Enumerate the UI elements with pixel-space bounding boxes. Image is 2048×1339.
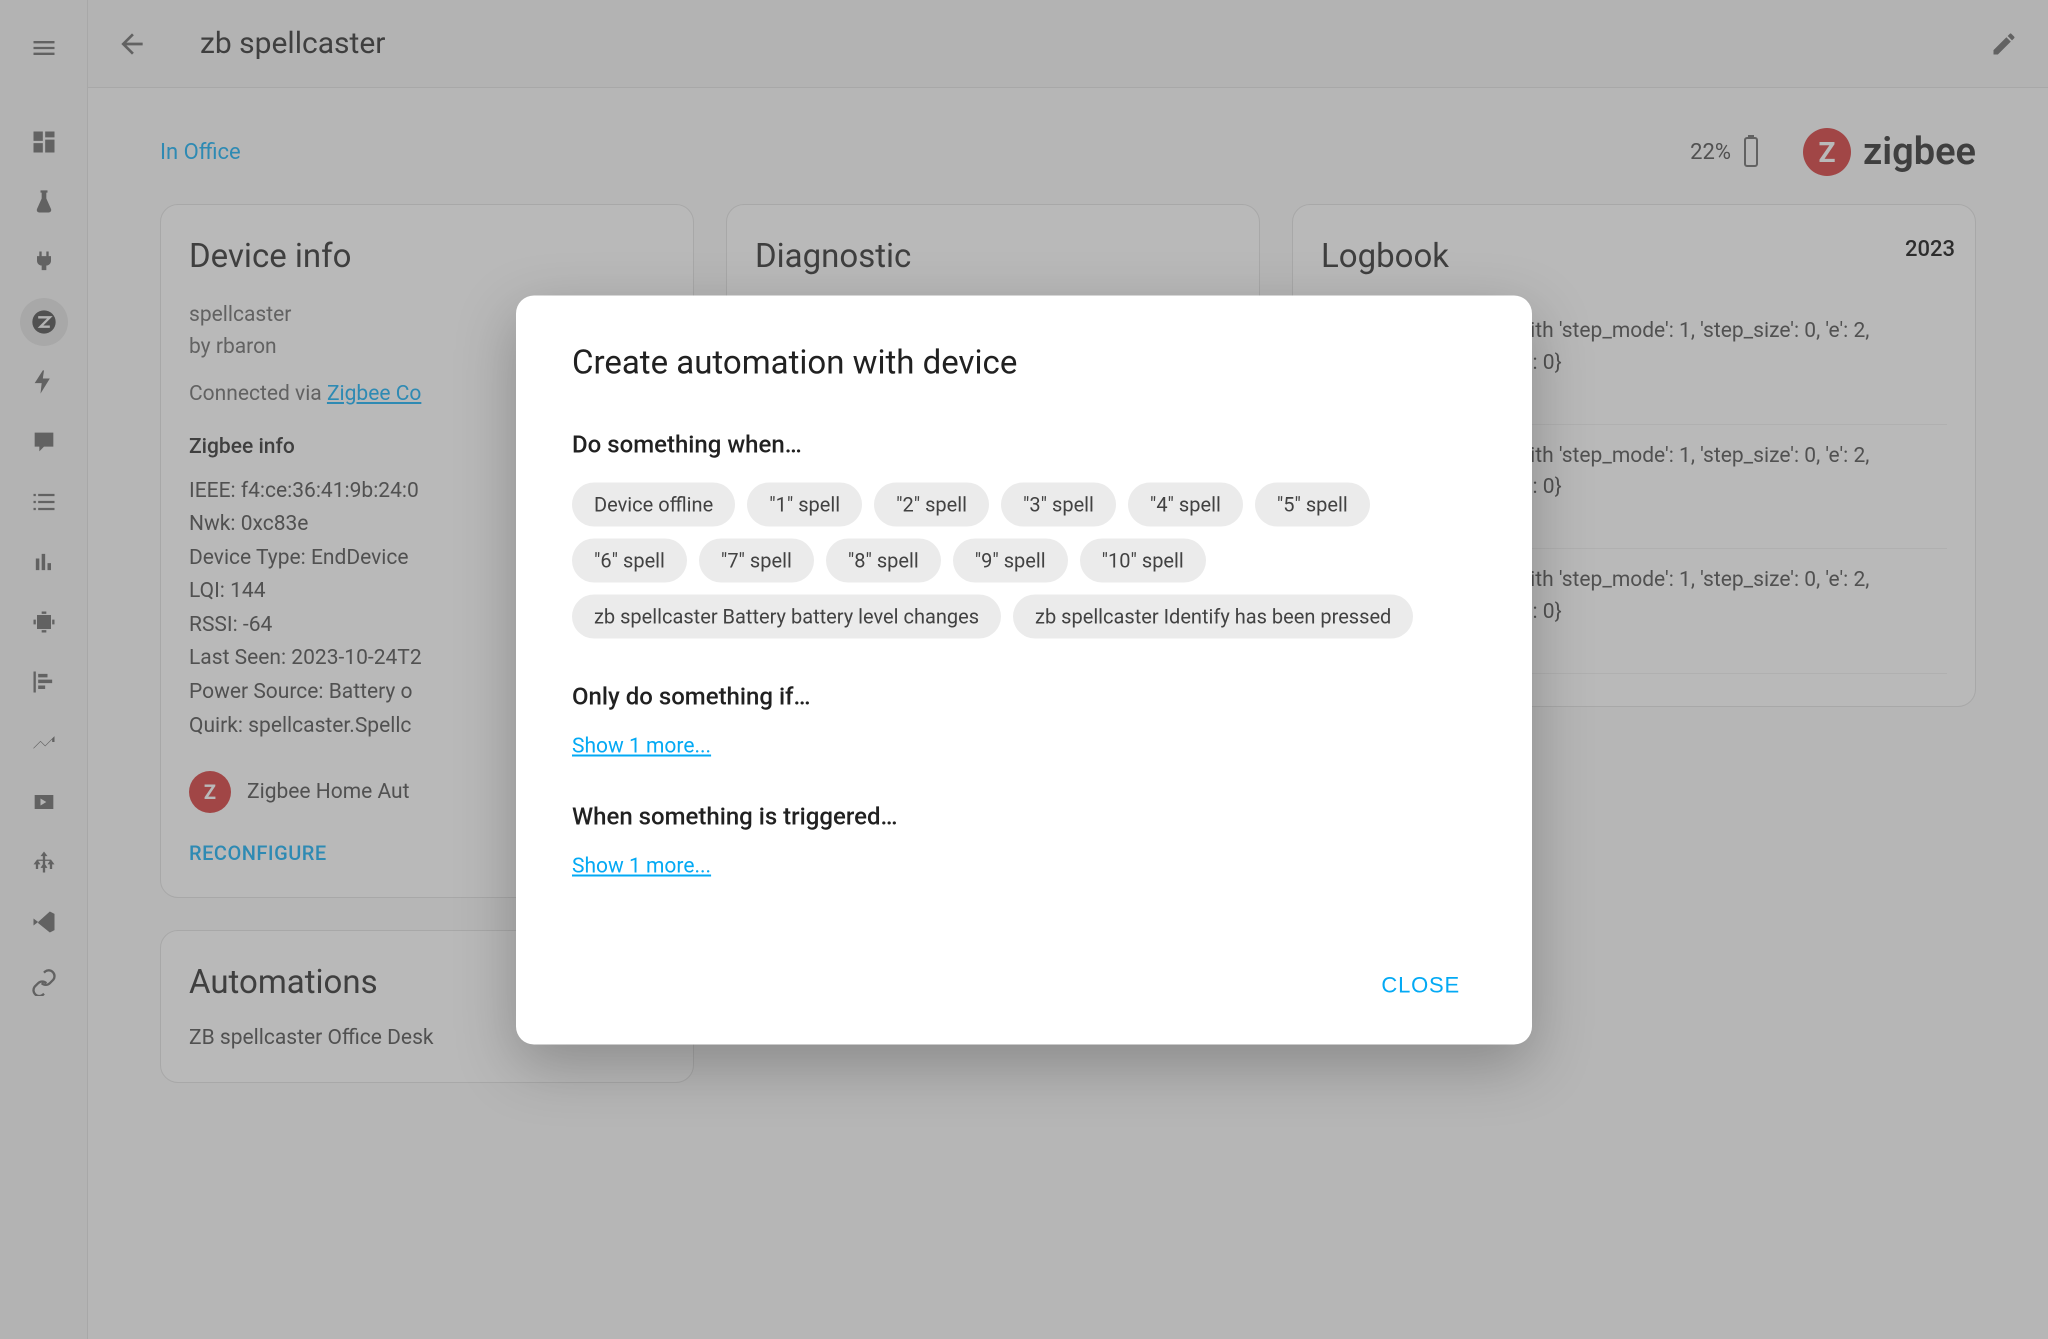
- trigger-chip[interactable]: "10" spell: [1080, 538, 1206, 582]
- trigger-section-heading: Do something when…: [572, 430, 1476, 458]
- action-section-heading: When something is triggered…: [572, 802, 1476, 830]
- trigger-chip[interactable]: zb spellcaster Battery battery level cha…: [572, 594, 1001, 638]
- create-automation-dialog: Create automation with device Do somethi…: [516, 295, 1532, 1044]
- show-more-actions-link[interactable]: Show 1 more...: [572, 854, 711, 878]
- trigger-chip[interactable]: "3" spell: [1001, 482, 1116, 526]
- trigger-chip[interactable]: "7" spell: [699, 538, 814, 582]
- trigger-chip[interactable]: "2" spell: [874, 482, 989, 526]
- condition-section-heading: Only do something if…: [572, 682, 1476, 710]
- trigger-chip[interactable]: Device offline: [572, 482, 735, 526]
- trigger-chip[interactable]: "1" spell: [747, 482, 862, 526]
- trigger-chip[interactable]: "8" spell: [826, 538, 941, 582]
- trigger-chip[interactable]: "6" spell: [572, 538, 687, 582]
- trigger-chip[interactable]: zb spellcaster Identify has been pressed: [1013, 594, 1413, 638]
- trigger-chips: Device offline "1" spell "2" spell "3" s…: [572, 482, 1476, 638]
- trigger-chip[interactable]: "9" spell: [953, 538, 1068, 582]
- trigger-chip[interactable]: "4" spell: [1128, 482, 1243, 526]
- close-button[interactable]: CLOSE: [1365, 962, 1476, 1008]
- trigger-chip[interactable]: "5" spell: [1255, 482, 1370, 526]
- modal-title: Create automation with device: [572, 343, 1476, 382]
- show-more-conditions-link[interactable]: Show 1 more...: [572, 734, 711, 758]
